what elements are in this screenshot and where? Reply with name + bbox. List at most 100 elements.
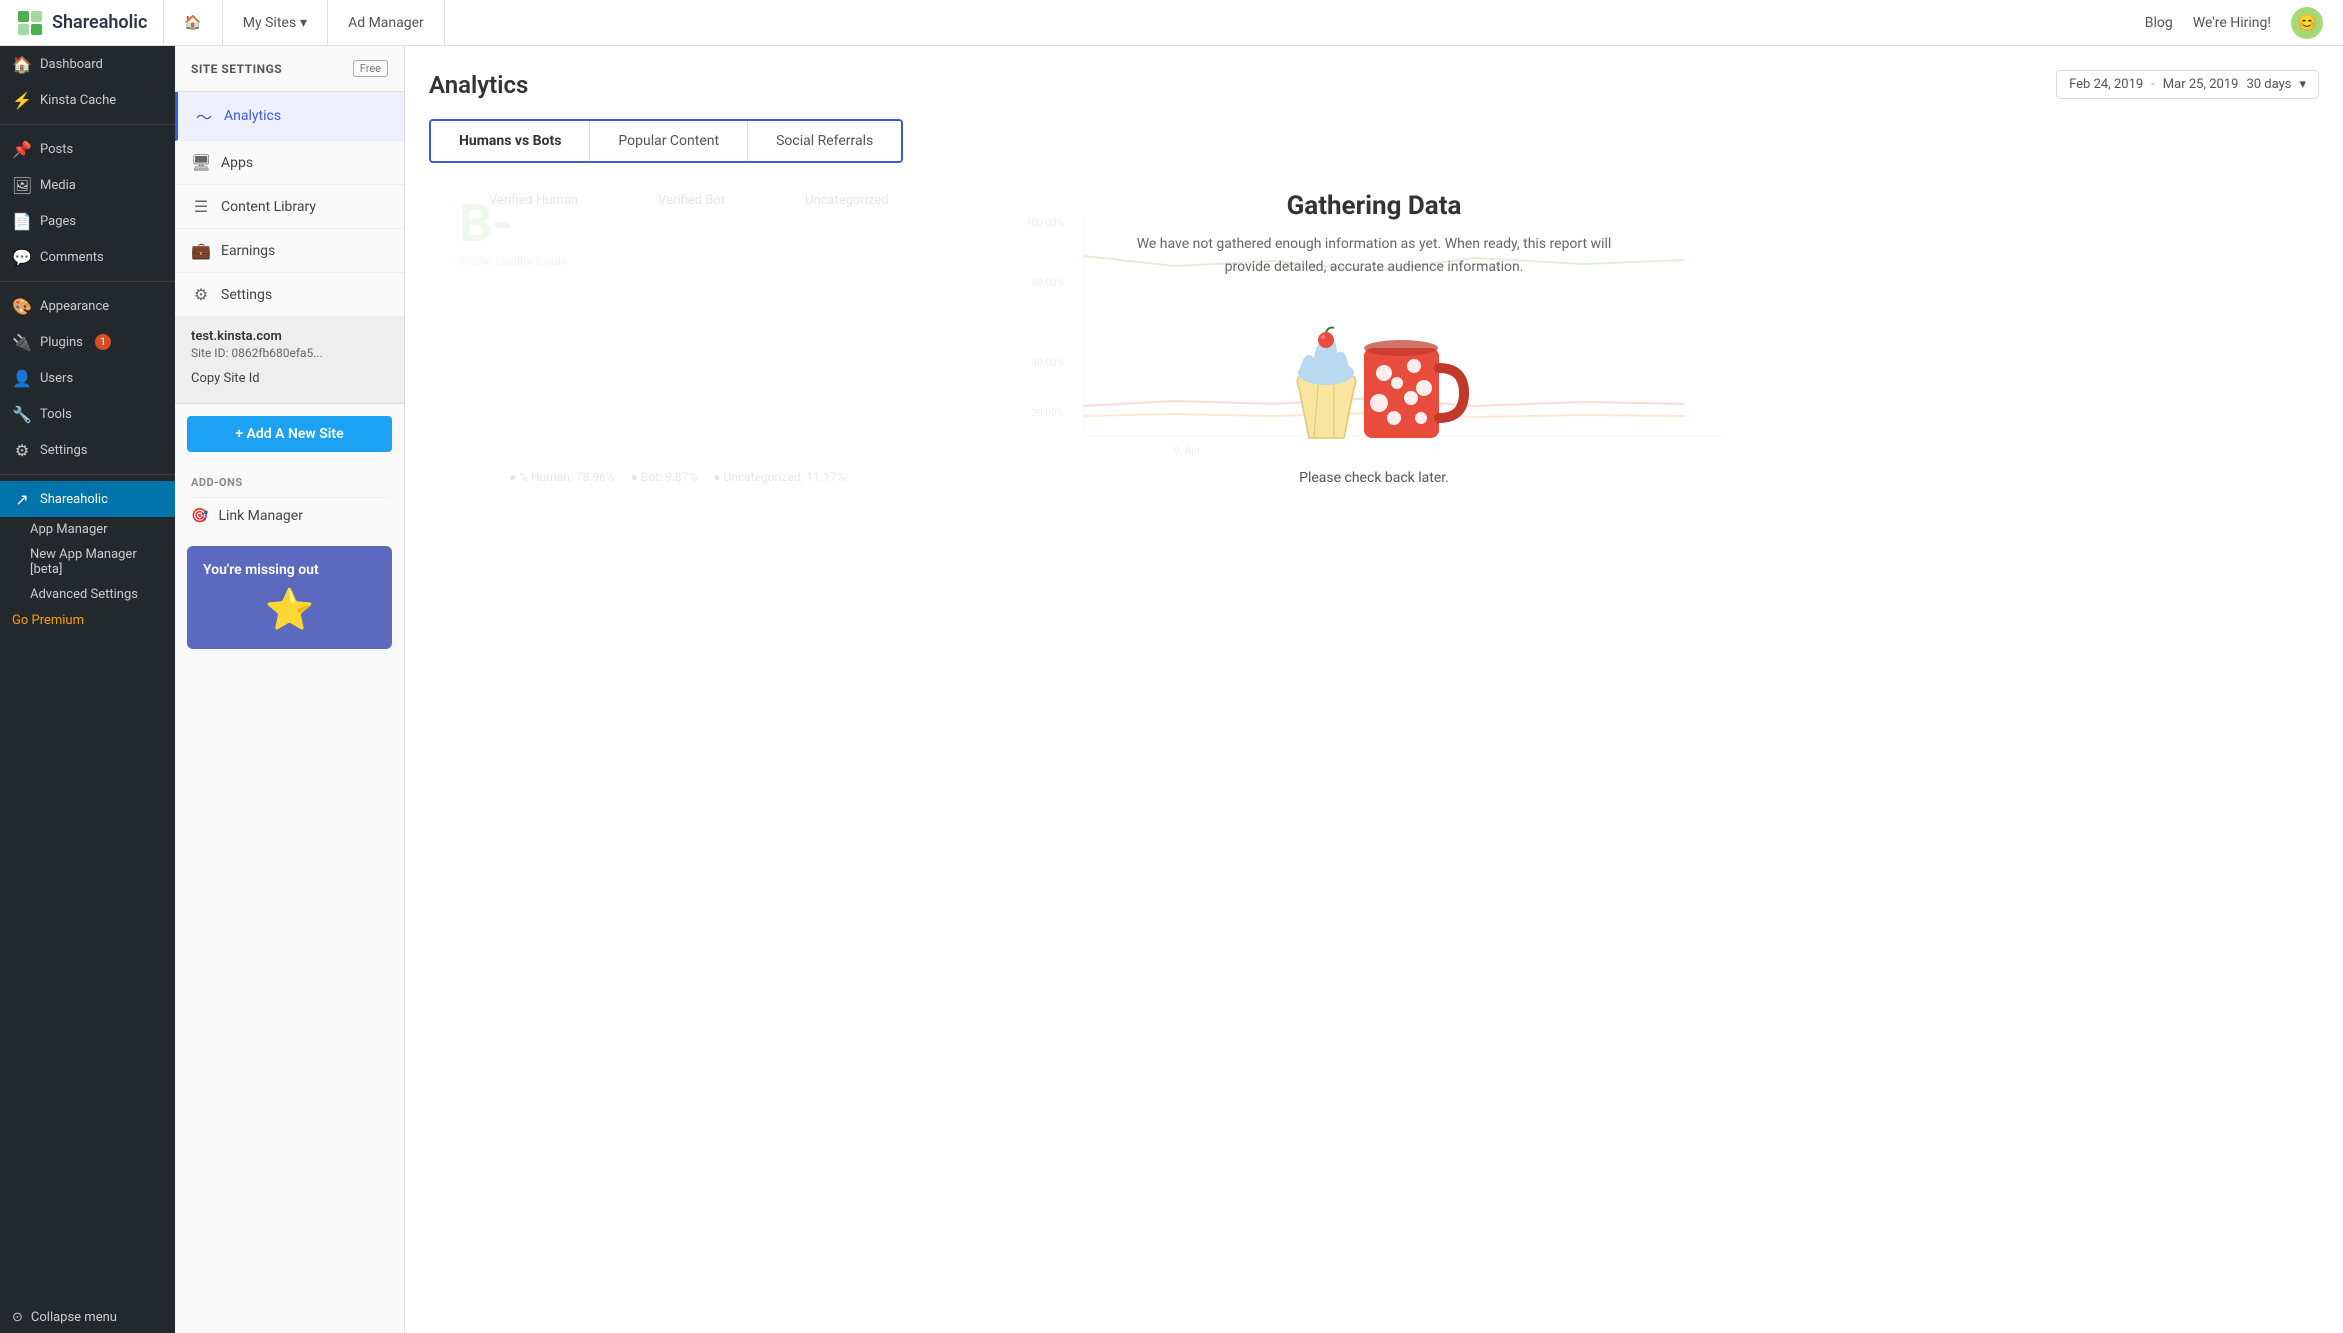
site-id: Site ID: 0862fb680efa5... (191, 346, 388, 360)
plugins-icon: 🔌 (12, 333, 32, 352)
nav-right: Blog We're Hiring! 😊 (2125, 7, 2343, 39)
plugin-panel-title: SITE SETTINGS (191, 62, 282, 76)
ad-manager-nav-link[interactable]: Ad Manager (328, 0, 445, 45)
blog-link[interactable]: Blog (2145, 15, 2173, 31)
sidebar-item-plugins[interactable]: 🔌 Plugins 1 (0, 324, 175, 360)
site-id-label: Site ID: (191, 346, 228, 360)
pages-icon: 📄 (12, 212, 32, 231)
sidebar-divider-1 (0, 124, 175, 125)
hiring-link[interactable]: We're Hiring! (2193, 15, 2271, 31)
sidebar-label-kinsta-cache: Kinsta Cache (40, 93, 116, 108)
main-content: Analytics Feb 24, 2019 - Mar 25, 2019 30… (405, 46, 2343, 1333)
appearance-icon: 🎨 (12, 297, 32, 316)
gathering-overlay: Gathering Data We have not gathered enou… (429, 193, 2319, 484)
sidebar-sub-new-app-manager[interactable]: New App Manager [beta] (0, 542, 175, 582)
sidebar-item-kinsta-cache[interactable]: ⚡ Kinsta Cache (0, 82, 175, 118)
settings-nav-icon: ⚙ (191, 285, 211, 304)
tab-social-referrals[interactable]: Social Referrals (748, 121, 901, 161)
site-info-box: test.kinsta.com Site ID: 0862fb680efa5..… (175, 317, 404, 404)
chevron-down-icon: ▾ (300, 15, 307, 31)
sidebar-item-tools[interactable]: 🔧 Tools (0, 396, 175, 432)
content-library-nav-icon: ☰ (191, 197, 211, 216)
site-id-value: 0862fb680efa5... (231, 346, 322, 360)
collapse-menu-button[interactable]: ⊙ Collapse menu (0, 1302, 175, 1333)
avatar-emoji: 😊 (2297, 13, 2317, 32)
go-premium-link[interactable]: Go Premium (0, 607, 175, 634)
addon-link-manager[interactable]: 🎯 Link Manager (191, 497, 388, 534)
sidebar-label-pages: Pages (40, 214, 76, 229)
collapse-label: Collapse menu (31, 1310, 117, 1325)
plugin-nav-analytics[interactable]: 〜 Analytics (175, 92, 404, 141)
ad-manager-label: Ad Manager (348, 15, 424, 31)
users-icon: 👤 (12, 369, 32, 388)
user-avatar[interactable]: 😊 (2291, 7, 2323, 39)
sidebar-sub-app-manager[interactable]: App Manager (0, 517, 175, 542)
sidebar-item-settings[interactable]: ⚙ Settings (0, 432, 175, 468)
sub-label-new-app-manager: New App Manager [beta] (30, 547, 137, 577)
addon-section: ADD-ONS 🎯 Link Manager (175, 464, 404, 546)
plugin-panel-header: SITE SETTINGS Free (175, 46, 404, 92)
sidebar-label-users: Users (40, 371, 73, 386)
gathering-subtitle: Please check back later. (1299, 470, 1449, 486)
my-sites-nav-link[interactable]: My Sites ▾ (223, 0, 328, 45)
top-navigation: Shareaholic 🏠 My Sites ▾ Ad Manager Blog… (0, 0, 2343, 46)
copy-site-id-button[interactable]: Copy Site Id (191, 366, 388, 391)
tab-humans-vs-bots[interactable]: Humans vs Bots (431, 121, 589, 161)
sidebar-label-media: Media (40, 178, 76, 193)
home-icon: 🏠 (184, 15, 201, 31)
posts-icon: 📌 (12, 140, 32, 159)
sidebar-label-dashboard: Dashboard (40, 57, 103, 72)
gathering-desc: We have not gathered enough information … (1124, 233, 1624, 278)
analytics-nav-icon: 〜 (194, 104, 214, 128)
gathering-content: Gathering Data We have not gathered enou… (1104, 171, 1644, 506)
free-badge: Free (353, 60, 388, 77)
plugin-nav-label-earnings: Earnings (221, 243, 275, 259)
sidebar-item-pages[interactable]: 📄 Pages (0, 203, 175, 239)
site-domain: test.kinsta.com (191, 329, 388, 344)
tab-popular-content[interactable]: Popular Content (590, 121, 747, 161)
wp-sidebar: 🏠 Dashboard ⚡ Kinsta Cache 📌 Posts 🖼 Med… (0, 46, 175, 1333)
sidebar-label-comments: Comments (40, 250, 104, 265)
sidebar-label-appearance: Appearance (40, 299, 109, 314)
sidebar-sub-advanced-settings[interactable]: Advanced Settings (0, 582, 175, 607)
sidebar-item-media[interactable]: 🖼 Media (0, 167, 175, 203)
plugin-nav-apps[interactable]: 🖥 Apps (175, 141, 404, 185)
plugin-nav-settings[interactable]: ⚙ Settings (175, 273, 404, 317)
date-from: Feb 24, 2019 (2069, 77, 2143, 92)
sidebar-item-comments[interactable]: 💬 Comments (0, 239, 175, 275)
gathering-title: Gathering Data (1287, 191, 1462, 221)
dashboard-icon: 🏠 (12, 55, 32, 74)
date-range-label: 30 days (2246, 77, 2291, 92)
plugin-nav-label-content-library: Content Library (221, 199, 316, 215)
tab-label-popular-content: Popular Content (618, 133, 719, 149)
sidebar-item-posts[interactable]: 📌 Posts (0, 131, 175, 167)
media-icon: 🖼 (12, 176, 32, 195)
chevron-down-icon: ▾ (2299, 77, 2306, 92)
plugin-nav-label-apps: Apps (221, 155, 253, 171)
plugin-nav-content-library[interactable]: ☰ Content Library (175, 185, 404, 229)
sidebar-item-shareaholic[interactable]: ↗ Shareaholic (0, 481, 175, 517)
plugin-nav-label-analytics: Analytics (224, 108, 281, 124)
main-layout: 🏠 Dashboard ⚡ Kinsta Cache 📌 Posts 🖼 Med… (0, 46, 2343, 1333)
logo-area: Shareaholic (0, 0, 164, 45)
plugin-nav-earnings[interactable]: 💼 Earnings (175, 229, 404, 273)
settings-icon: ⚙ (12, 441, 32, 460)
mug-svg (1359, 318, 1469, 458)
add-new-site-button[interactable]: + Add A New Site (187, 416, 392, 452)
home-nav-link[interactable]: 🏠 (164, 0, 222, 45)
sidebar-label-tools: Tools (40, 407, 72, 422)
date-range-picker[interactable]: Feb 24, 2019 - Mar 25, 2019 30 days ▾ (2056, 70, 2319, 99)
sidebar-label-plugins: Plugins (40, 335, 83, 350)
promo-star-icon: ⭐ (203, 586, 376, 633)
apps-nav-icon: 🖥 (191, 153, 211, 172)
date-separator: - (2151, 77, 2155, 92)
collapse-icon: ⊙ (12, 1310, 23, 1325)
sidebar-item-users[interactable]: 👤 Users (0, 360, 175, 396)
earnings-nav-icon: 💼 (191, 241, 211, 260)
addon-title: ADD-ONS (191, 476, 388, 489)
sidebar-item-dashboard[interactable]: 🏠 Dashboard (0, 46, 175, 82)
chart-area: Verified Human Verified Bot Uncategorize… (429, 193, 2319, 484)
comments-icon: 💬 (12, 248, 32, 267)
nav-links: 🏠 My Sites ▾ Ad Manager (164, 0, 444, 45)
sidebar-item-appearance[interactable]: 🎨 Appearance (0, 288, 175, 324)
